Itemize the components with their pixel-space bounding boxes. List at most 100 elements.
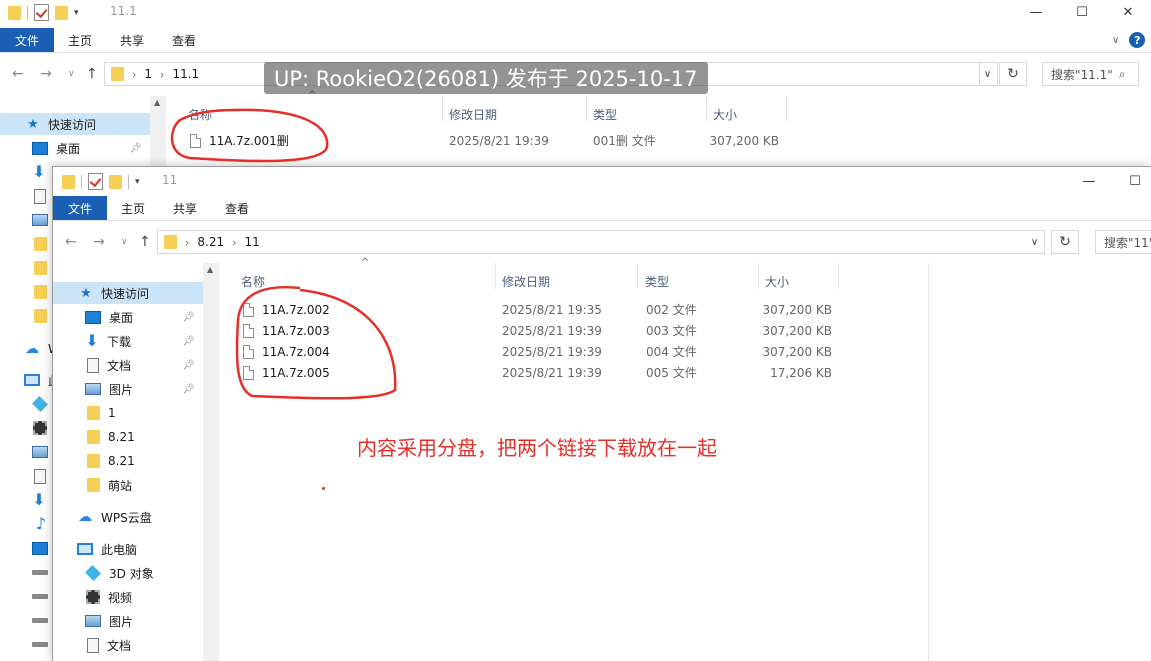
sidebar-item-desktop[interactable]: 桌面 📌︎ [0, 137, 150, 159]
customize-toolbar-icon[interactable]: ▾ [74, 8, 79, 18]
sidebar-item-documents[interactable]: 文档 [53, 634, 131, 656]
table-row[interactable]: 11A.7z.002 2025/8/21 19:35 002 文件 307,20… [243, 299, 843, 320]
scroll-up-icon[interactable]: ▲ [207, 265, 213, 274]
sidebar-item-downloads[interactable]: ⬇ 下载 📌︎ [53, 330, 203, 352]
column-divider[interactable] [495, 263, 496, 289]
sidebar-item-folder-8-21[interactable]: 8.21 [53, 450, 135, 472]
table-row[interactable]: 11A.7z.003 2025/8/21 19:39 003 文件 307,20… [243, 320, 843, 341]
minimize-button[interactable]: — [1066, 169, 1112, 193]
refresh-icon[interactable]: ↻ [1051, 230, 1079, 254]
pin-icon[interactable]: 📌︎ [182, 384, 195, 395]
help-icon[interactable]: ? [1129, 32, 1146, 48]
sidebar-item-this-pc[interactable]: 此 [0, 369, 60, 391]
maximize-button[interactable]: ☐ [1059, 0, 1105, 24]
tab-share[interactable]: 共享 [106, 28, 158, 52]
breadcrumb-item[interactable]: 8.21 [197, 235, 224, 249]
recent-locations-icon[interactable]: ∨ [121, 237, 128, 247]
table-row[interactable]: 11A.7z.005 2025/8/21 19:39 005 文件 17,206… [243, 362, 843, 383]
sidebar-item-drive[interactable] [0, 561, 48, 583]
sidebar-item-pictures[interactable]: 图片 [53, 610, 133, 632]
sidebar-item-pictures[interactable]: 图片 📌︎ [53, 378, 203, 400]
column-divider[interactable] [786, 96, 787, 122]
pin-icon[interactable]: 📌︎ [182, 360, 195, 371]
sidebar-item-folder[interactable] [0, 281, 47, 303]
tab-home[interactable]: 主页 [107, 196, 159, 220]
sidebar-item-desktop[interactable]: 桌面 📌︎ [53, 306, 203, 328]
chevron-right-icon[interactable]: › [160, 68, 164, 81]
sidebar-item-folder[interactable] [0, 233, 47, 255]
column-divider[interactable] [706, 96, 707, 122]
search-input[interactable]: 搜索"11.1" ⌕ [1042, 62, 1139, 86]
sidebar-item-this-pc[interactable]: 此电脑 [53, 538, 137, 560]
close-button[interactable]: ✕ [1105, 0, 1151, 24]
sidebar-item-cloud[interactable]: ☁ W [0, 338, 60, 360]
sidebar-item-pictures[interactable] [0, 209, 48, 231]
sidebar-item-videos[interactable] [0, 417, 47, 439]
sidebar-item-videos[interactable]: 视频 [53, 586, 132, 608]
sidebar-item-folder-8-21[interactable]: 8.21 [53, 426, 135, 448]
up-arrow-icon[interactable]: ↑ [139, 234, 151, 250]
column-divider[interactable] [758, 263, 759, 289]
sidebar-item-wps-cloud[interactable]: ☁ WPS云盘 [53, 506, 152, 528]
column-divider[interactable] [586, 96, 587, 122]
tab-file[interactable]: 文件 [53, 196, 108, 220]
column-header-type[interactable]: 类型 [645, 269, 669, 293]
sidebar-item-documents[interactable] [0, 185, 46, 207]
breadcrumb-item[interactable]: 11.1 [172, 67, 199, 81]
sidebar-scrollbar[interactable]: ▲ [203, 263, 219, 661]
sidebar-item-documents[interactable] [0, 465, 46, 487]
search-input[interactable]: 搜索"11" [1095, 230, 1151, 254]
column-header-name[interactable]: 名称 [241, 269, 265, 293]
properties-icon[interactable] [88, 173, 103, 190]
tab-view[interactable]: 查看 [158, 28, 210, 52]
expand-ribbon-icon[interactable]: ∨ [1112, 35, 1119, 46]
sidebar-item-drive[interactable] [0, 633, 48, 655]
maximize-button[interactable]: ☐ [1112, 169, 1151, 193]
refresh-icon[interactable]: ↻ [999, 62, 1027, 86]
chevron-right-icon[interactable]: › [185, 236, 189, 249]
sidebar-item-pictures[interactable] [0, 441, 48, 463]
sidebar-item-drive[interactable] [0, 585, 48, 607]
sidebar-item-documents[interactable]: 文档 📌︎ [53, 354, 203, 376]
sidebar-item-folder-1[interactable]: 1 [53, 402, 116, 424]
column-divider[interactable] [838, 263, 839, 289]
sidebar-item-quick-access[interactable]: ★ 快速访问 [53, 282, 203, 304]
column-header-name[interactable]: 名称 [188, 102, 212, 126]
sidebar-item-folder[interactable] [0, 305, 47, 327]
address-dropdown-icon[interactable]: ∨ [978, 62, 998, 86]
tab-share[interactable]: 共享 [159, 196, 211, 220]
column-header-size[interactable]: 大小 [765, 269, 789, 293]
new-folder-icon[interactable] [109, 174, 122, 189]
back-arrow-icon[interactable]: ← [12, 66, 24, 82]
address-bar[interactable]: › 8.21 › 11 [157, 230, 1045, 254]
sidebar-item-3d-objects[interactable]: 3D 对象 [53, 562, 154, 584]
properties-icon[interactable] [34, 4, 49, 21]
recent-locations-icon[interactable]: ∨ [68, 69, 75, 79]
new-folder-icon[interactable] [55, 5, 68, 20]
column-header-type[interactable]: 类型 [593, 102, 617, 126]
minimize-button[interactable]: — [1013, 0, 1059, 24]
up-arrow-icon[interactable]: ↑ [86, 66, 98, 82]
sidebar-item-quick-access[interactable]: ★ 快速访问 [0, 113, 150, 135]
tab-file[interactable]: 文件 [0, 28, 55, 52]
breadcrumb-item[interactable]: 1 [144, 67, 152, 81]
chevron-right-icon[interactable]: › [232, 236, 236, 249]
scroll-up-icon[interactable]: ▲ [154, 98, 160, 107]
table-row[interactable]: 11A.7z.004 2025/8/21 19:39 004 文件 307,20… [243, 341, 843, 362]
pin-icon[interactable]: 📌︎ [129, 143, 142, 154]
pin-icon[interactable]: 📌︎ [182, 312, 195, 323]
tab-home[interactable]: 主页 [54, 28, 106, 52]
pin-icon[interactable]: 📌︎ [182, 336, 195, 347]
address-dropdown-icon[interactable]: ∨ [1025, 230, 1045, 254]
forward-arrow-icon[interactable]: → [93, 234, 105, 250]
breadcrumb-item[interactable]: 11 [245, 235, 260, 249]
sidebar-item-desktop[interactable] [0, 537, 48, 559]
table-row[interactable]: 11A.7z.001删 2025/8/21 19:39 001删 文件 307,… [190, 130, 790, 151]
sidebar-item-3d-objects[interactable] [0, 393, 48, 415]
column-header-modified[interactable]: 修改日期 [449, 102, 497, 126]
chevron-right-icon[interactable]: › [132, 68, 136, 81]
sidebar-item-downloads[interactable]: ⬇ [0, 489, 46, 511]
column-divider[interactable] [442, 96, 443, 122]
tab-view[interactable]: 查看 [211, 196, 263, 220]
sidebar-item-music[interactable]: ♪ [0, 513, 48, 535]
